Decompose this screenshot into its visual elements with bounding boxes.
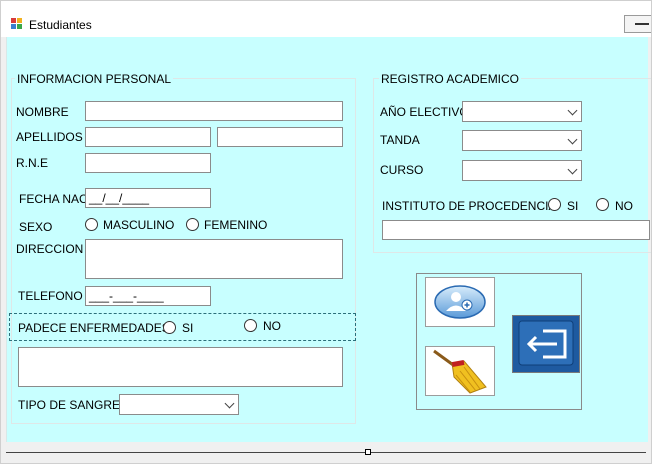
title-bar: Estudiantes [1,1,651,37]
chevron-down-icon [567,105,578,116]
sexo-label: SEXO [19,220,53,234]
fecha-nac-label: FECHA NAC. [19,192,92,206]
tipo-sangre-select[interactable] [119,394,239,415]
chevron-down-icon [567,134,578,145]
nombre-label: NOMBRE [16,105,69,119]
resize-handle[interactable] [365,449,371,455]
femenino-label: FEMENINO [204,218,268,232]
add-user-icon [434,285,486,319]
academic-record-title: REGISTRO ACADEMICO [379,72,522,86]
enfermedades-si-radio[interactable] [163,321,176,334]
enfermedades-label: PADECE ENFERMEDADES [18,321,170,335]
app-icon [11,18,23,30]
form-client-area: INFORMACION PERSONAL NOMBRE APELLIDOS R.… [6,37,651,442]
apellidos-label: APELLIDOS [16,130,83,144]
bottom-edge-line [6,452,646,453]
enfermedades-detalle-field[interactable] [18,347,343,387]
rne-field[interactable] [85,153,211,173]
curso-label: CURSO [380,163,424,177]
telefono-field[interactable]: ___-___-____ [85,286,211,306]
ano-electivo-select[interactable] [462,101,582,122]
personal-info-title: INFORMACION PERSONAL [15,72,174,86]
telefono-label: TELEFONO [18,289,83,303]
direccion-field[interactable] [85,239,343,279]
ano-electivo-label: AÑO ELECTIVO [380,105,469,119]
exit-button[interactable] [512,315,580,373]
instituto-field[interactable] [382,220,650,240]
chevron-down-icon [224,398,235,409]
masculino-radio[interactable] [85,218,98,231]
tipo-sangre-label: TIPO DE SANGRE [18,398,121,412]
bottom-bar [1,442,651,463]
tanda-label: TANDA [380,133,420,147]
broom-icon [433,349,487,394]
window-title: Estudiantes [29,18,92,32]
clear-form-button[interactable] [425,346,495,396]
primer-apellido-field[interactable] [85,127,211,147]
enfermedades-si-label: SI [182,321,194,335]
tanda-select[interactable] [462,130,582,151]
fecha-nac-field[interactable]: __/__/____ [85,188,211,208]
instituto-no-radio[interactable] [596,198,609,211]
minimize-icon [635,23,649,25]
nombre-field[interactable] [85,101,343,121]
direccion-label: DIRECCION [16,242,84,256]
instituto-no-label: NO [615,199,633,213]
masculino-label: MASCULINO [103,218,175,232]
segundo-apellido-field[interactable] [217,127,343,147]
students-window: Estudiantes INFORMACION PERSONAL NOMBRE … [0,0,652,464]
instituto-si-label: SI [567,199,579,213]
enfermedades-no-radio[interactable] [244,319,257,332]
femenino-radio[interactable] [186,218,199,231]
minimize-button[interactable] [624,15,651,33]
rne-label: R.N.E [16,156,49,170]
instituto-label: INSTITUTO DE PROCEDENCIA [382,199,557,213]
enfermedades-no-label: NO [263,319,281,333]
curso-select[interactable] [462,160,582,181]
instituto-si-radio[interactable] [548,198,561,211]
add-student-button[interactable] [425,277,495,327]
exit-icon [513,316,579,372]
chevron-down-icon [567,164,578,175]
